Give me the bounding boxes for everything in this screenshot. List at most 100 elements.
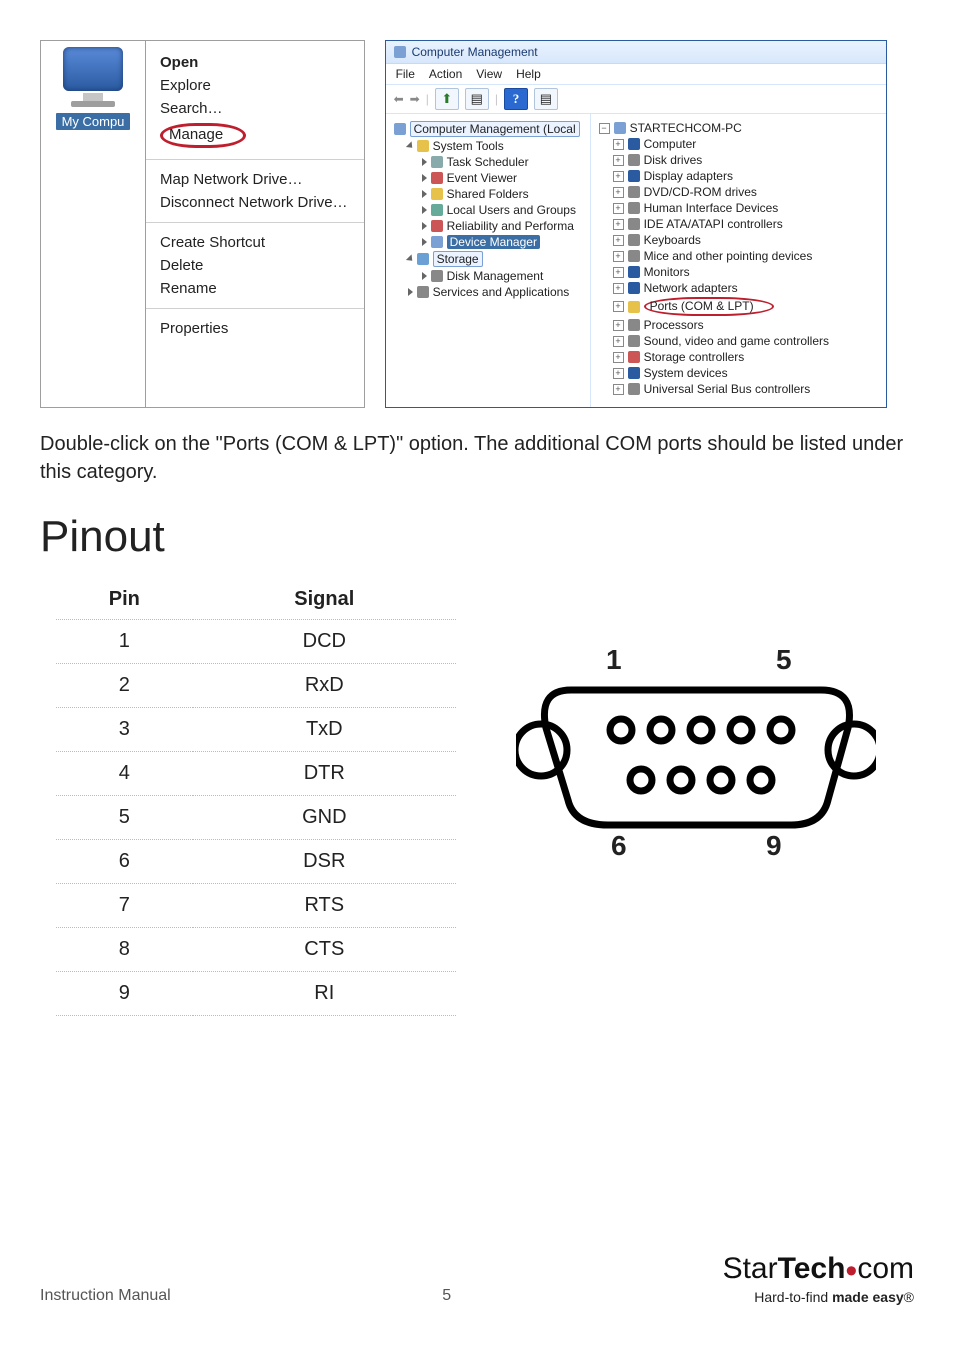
- menu-item-delete[interactable]: Delete: [160, 254, 348, 277]
- computer-management-window: Computer Management File Action View Help ⬅…: [385, 40, 887, 408]
- pin-9-label: 9: [766, 830, 782, 862]
- table-row: 6DSR: [56, 840, 456, 884]
- category-icon: [628, 218, 640, 230]
- toolbar: ⬅ ➡ | ⬆ ▤ | ? ▤: [386, 85, 886, 114]
- tree-node[interactable]: Shared Folders: [394, 186, 582, 202]
- table-row: 7RTS: [56, 884, 456, 928]
- my-computer-icon[interactable]: My Compu: [41, 41, 145, 136]
- tree-node[interactable]: Event Viewer: [394, 170, 582, 186]
- pin-1-label: 1: [606, 644, 622, 676]
- tree-icon: [417, 140, 429, 152]
- category-icon: [628, 154, 640, 166]
- tree-node[interactable]: Services and Applications: [394, 284, 582, 300]
- device-category[interactable]: + Universal Serial Bus controllers: [599, 381, 829, 397]
- tree-node[interactable]: Device Manager: [394, 234, 582, 250]
- up-icon[interactable]: ⬆: [435, 88, 459, 110]
- tree-node[interactable]: Task Scheduler: [394, 154, 582, 170]
- device-category[interactable]: + System devices: [599, 365, 829, 381]
- menu-item-search-[interactable]: Search…: [160, 97, 348, 120]
- tree-node[interactable]: Storage: [394, 250, 582, 268]
- properties-icon[interactable]: ▤: [465, 88, 489, 110]
- tree-icon: [431, 172, 443, 184]
- computer-icon: [614, 122, 626, 134]
- device-category[interactable]: + Computer: [599, 136, 829, 152]
- table-row: 4DTR: [56, 752, 456, 796]
- tree-node[interactable]: Computer Management (Local: [394, 120, 582, 138]
- device-category[interactable]: + Processors: [599, 317, 829, 333]
- tree-node[interactable]: System Tools: [394, 138, 582, 154]
- back-icon[interactable]: ⬅: [394, 92, 404, 106]
- brand-logo: StarTech•com Hard-to-find made easy®: [723, 1248, 914, 1305]
- menu-help[interactable]: Help: [516, 67, 541, 81]
- device-category[interactable]: + Ports (COM & LPT): [599, 296, 829, 317]
- forward-icon[interactable]: ➡: [410, 92, 420, 106]
- device-category[interactable]: + IDE ATA/ATAPI controllers: [599, 216, 829, 232]
- category-icon: [628, 319, 640, 331]
- category-icon: [628, 250, 640, 262]
- device-category[interactable]: + Keyboards: [599, 232, 829, 248]
- tree-icon: [431, 204, 443, 216]
- device-category[interactable]: + Storage controllers: [599, 349, 829, 365]
- pinout-table: Pin Signal 1DCD2RxD3TxD4DTR5GND6DSR7RTS8…: [56, 580, 456, 1016]
- tree-node[interactable]: Local Users and Groups: [394, 202, 582, 218]
- window-titlebar: Computer Management: [386, 41, 886, 64]
- device-category[interactable]: + Sound, video and game controllers: [599, 333, 829, 349]
- instruction-text: Double-click on the "Ports (COM & LPT)" …: [40, 430, 914, 486]
- menu-item-manage[interactable]: Manage: [160, 120, 348, 151]
- right-tree: − STARTECHCOM-PC+ Computer+ Disk drives+…: [591, 114, 837, 407]
- menu-action[interactable]: Action: [429, 67, 462, 81]
- device-category[interactable]: + DVD/CD-ROM drives: [599, 184, 829, 200]
- category-icon: [628, 202, 640, 214]
- page-number: 5: [442, 1287, 451, 1305]
- device-category[interactable]: + Network adapters: [599, 280, 829, 296]
- table-row: 1DCD: [56, 620, 456, 664]
- tree-node[interactable]: Reliability and Performa: [394, 218, 582, 234]
- category-icon: [628, 367, 640, 379]
- tree-node[interactable]: Disk Management: [394, 268, 582, 284]
- menu-view[interactable]: View: [476, 67, 502, 81]
- tree-icon: [417, 253, 429, 265]
- db9-connector-diagram: 1 5 6 9: [516, 650, 876, 880]
- category-icon: [628, 266, 640, 278]
- monitor-icon: [63, 47, 123, 91]
- tree-icon: [431, 270, 443, 282]
- category-icon: [628, 351, 640, 363]
- tree-root[interactable]: − STARTECHCOM-PC: [599, 120, 829, 136]
- device-category[interactable]: + Monitors: [599, 264, 829, 280]
- menu-file[interactable]: File: [396, 67, 415, 81]
- app-icon: [394, 46, 406, 58]
- page-footer: Instruction Manual 5 StarTech•com Hard-t…: [40, 1248, 914, 1305]
- device-category[interactable]: + Display adapters: [599, 168, 829, 184]
- menu-item-create-shortcut[interactable]: Create Shortcut: [160, 231, 348, 254]
- table-row: 5GND: [56, 796, 456, 840]
- table-row: 2RxD: [56, 664, 456, 708]
- footer-left: Instruction Manual: [40, 1287, 171, 1305]
- tree-icon: [431, 188, 443, 200]
- view-icon[interactable]: ▤: [534, 88, 558, 110]
- table-row: 3TxD: [56, 708, 456, 752]
- tree-icon: [431, 236, 443, 248]
- pin-5-label: 5: [776, 644, 792, 676]
- category-icon: [628, 170, 640, 182]
- device-category[interactable]: + Human Interface Devices: [599, 200, 829, 216]
- category-icon: [628, 186, 640, 198]
- menu-item-rename[interactable]: Rename: [160, 277, 348, 300]
- dot-icon: •: [845, 1252, 857, 1290]
- category-icon: [628, 383, 640, 395]
- device-category[interactable]: + Disk drives: [599, 152, 829, 168]
- menu-item-disconnect-network-drive-[interactable]: Disconnect Network Drive…: [160, 191, 348, 214]
- context-menu: My Compu OpenExploreSearch…Manage Map Net…: [40, 40, 365, 408]
- signal-header: Signal: [193, 580, 456, 620]
- menu-item-map-network-drive-[interactable]: Map Network Drive…: [160, 168, 348, 191]
- category-icon: [628, 234, 640, 246]
- category-icon: [628, 335, 640, 347]
- help-icon[interactable]: ?: [504, 88, 528, 110]
- menu-item-open[interactable]: Open: [160, 51, 348, 74]
- device-category[interactable]: + Mice and other pointing devices: [599, 248, 829, 264]
- menubar: File Action View Help: [386, 64, 886, 85]
- menu-item-explore[interactable]: Explore: [160, 74, 348, 97]
- menu-item-properties[interactable]: Properties: [160, 317, 348, 340]
- category-icon: [628, 138, 640, 150]
- category-icon: [628, 301, 640, 313]
- section-heading: Pinout: [40, 512, 914, 562]
